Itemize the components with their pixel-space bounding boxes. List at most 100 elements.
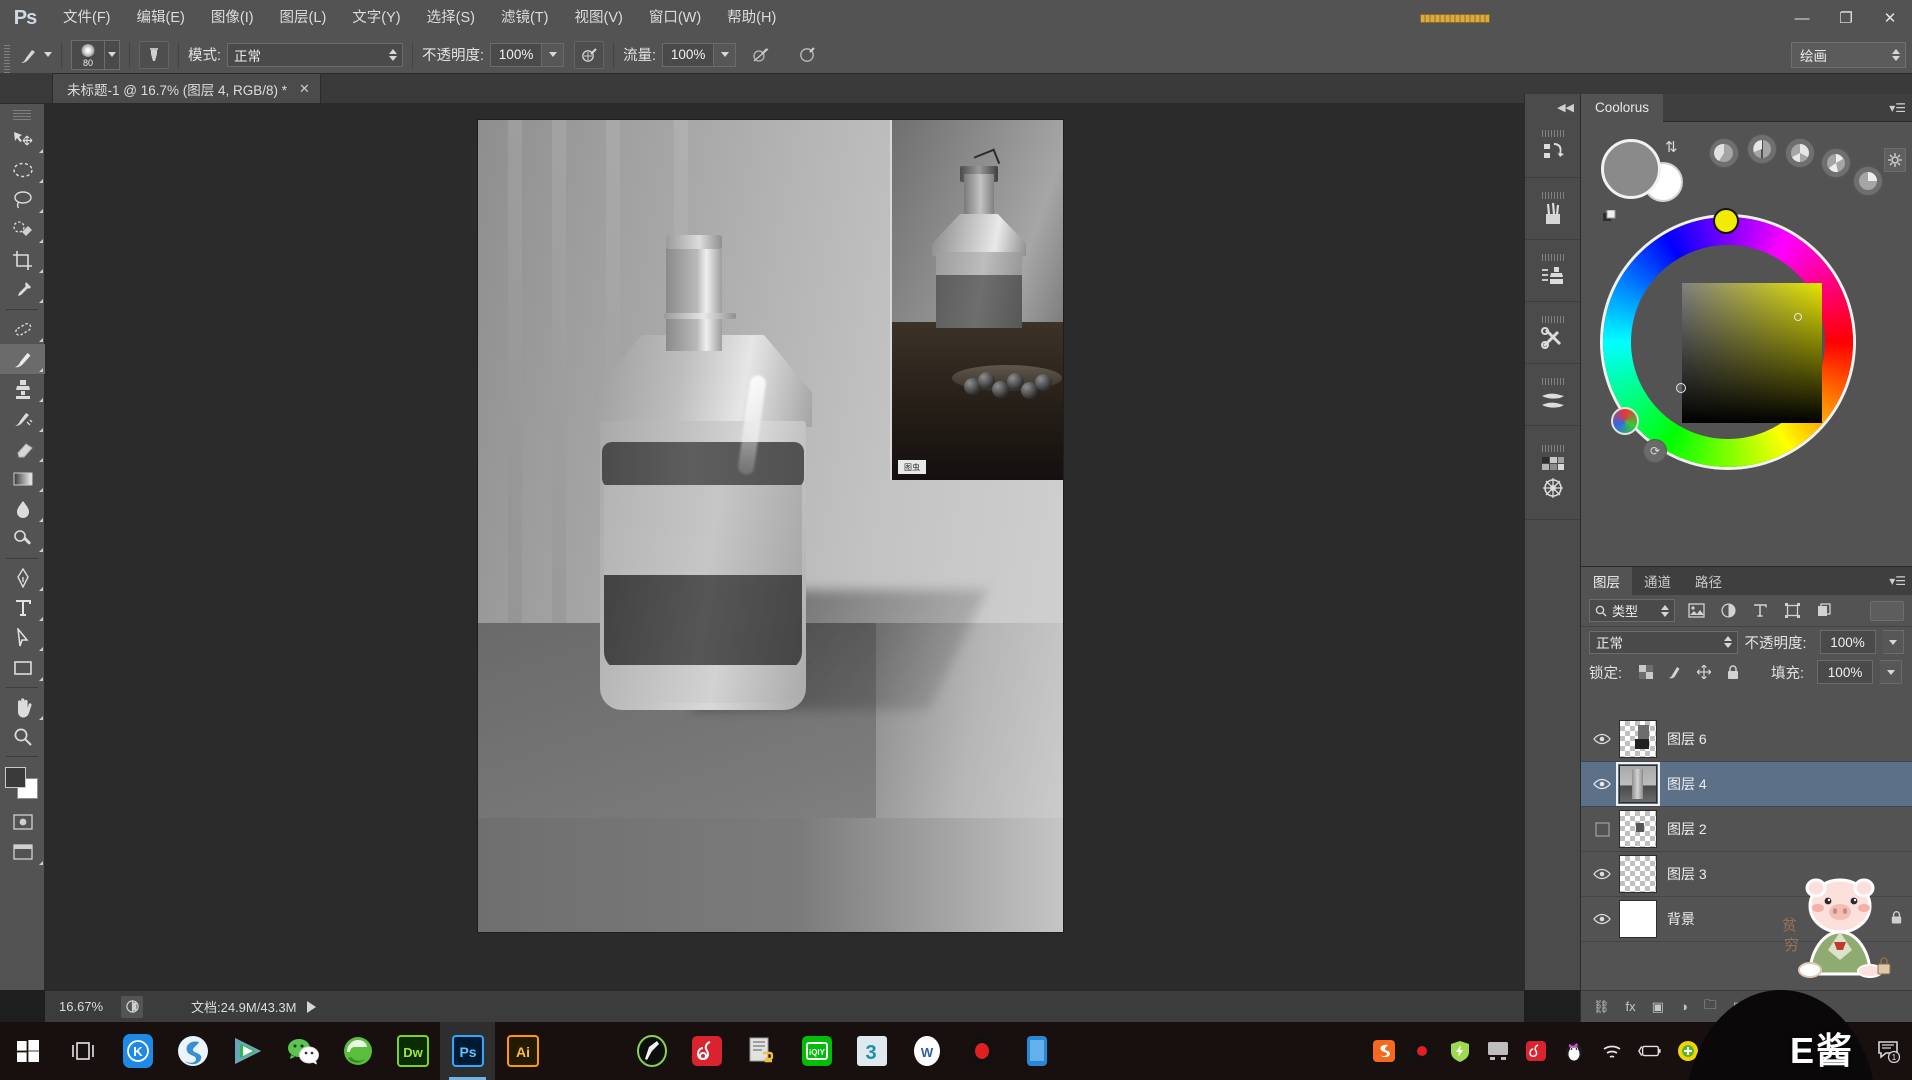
healing-brush-tool[interactable] [0, 314, 45, 344]
layer-visibility-eye-icon[interactable] [1585, 897, 1619, 942]
python-editor-icon[interactable] [734, 1022, 789, 1080]
lock-image-pixels-icon[interactable] [1664, 661, 1686, 683]
brush-preset-picker[interactable]: 80 [71, 39, 120, 70]
layer-list[interactable]: 图层 6 图层 4 图层 2 图层 3 背景 [1581, 717, 1912, 990]
pressure-size-toggle-button[interactable] [792, 41, 822, 69]
security-shield-icon[interactable] [1448, 1039, 1472, 1063]
dock-tool-presets-panel-icon[interactable] [1525, 302, 1580, 364]
zoom-tool[interactable] [0, 722, 45, 752]
layer-name[interactable]: 图层 4 [1667, 774, 1707, 794]
layer-thumbnail[interactable] [1619, 810, 1657, 848]
table-row[interactable]: 图层 2 [1581, 807, 1912, 852]
canvas-area[interactable]: 图虫 [45, 104, 1524, 990]
brush-panel-toggle-button[interactable] [139, 40, 169, 69]
sv-selector-side[interactable] [1676, 383, 1686, 393]
kingsoft-icon[interactable]: K [110, 1022, 165, 1080]
current-tool-brush-icon[interactable] [14, 42, 44, 68]
color-panel-menu-icon[interactable]: ▾☰ [1889, 101, 1912, 115]
lasso-tool[interactable] [0, 185, 45, 215]
rectangle-tool[interactable] [0, 653, 45, 683]
harmony-tetrad-icon[interactable] [1821, 148, 1851, 178]
filter-smart-objects-icon[interactable] [1813, 600, 1835, 622]
color-panel-body[interactable]: ⇅ ⟳ [1581, 122, 1912, 566]
airbrush-toggle-button[interactable] [746, 41, 776, 69]
hand-tool[interactable] [0, 692, 45, 722]
layer-visibility-eye-icon[interactable] [1585, 852, 1619, 897]
pen-tool[interactable] [0, 563, 45, 593]
layer-thumbnail[interactable] [1619, 900, 1657, 938]
dock-brush-presets-panel-icon[interactable] [1525, 178, 1580, 240]
dock-swatches-panel-icon[interactable] [1525, 426, 1580, 520]
filter-pixel-layers-icon[interactable] [1685, 600, 1707, 622]
filter-enable-toggle[interactable] [1870, 600, 1904, 621]
foreground-background-color-swatches[interactable] [3, 765, 41, 799]
window-close-button[interactable]: ✕ [1868, 0, 1912, 36]
layer-filter-stepper-icon[interactable] [1661, 604, 1669, 617]
tools-panel-grip[interactable] [13, 110, 31, 121]
clone-stamp-tool[interactable] [0, 374, 45, 404]
layer-name[interactable]: 背景 [1667, 909, 1695, 929]
table-row[interactable]: 图层 3 [1581, 852, 1912, 897]
elliptical-marquee-tool[interactable] [0, 155, 45, 185]
link-layers-icon[interactable]: ⛓ [1593, 999, 1610, 1015]
crop-tool[interactable] [0, 245, 45, 275]
flow-chevron-icon[interactable] [714, 42, 737, 67]
layers-panel-menu-icon[interactable]: ▾☰ [1889, 574, 1912, 588]
tab-layers[interactable]: 图层 [1581, 567, 1632, 595]
filter-shape-layers-icon[interactable] [1781, 600, 1803, 622]
window-maximize-button[interactable]: ❐ [1824, 0, 1868, 36]
foreground-color-swatch-coolorus[interactable] [1601, 139, 1661, 199]
layer-opacity-value[interactable]: 100% [1819, 630, 1876, 654]
workspace-switcher[interactable]: 绘画 [1791, 41, 1906, 68]
menu-help[interactable]: 帮助(H) [714, 0, 789, 36]
display-icon[interactable] [1486, 1039, 1510, 1063]
status-bar-expand-icon[interactable] [306, 1000, 316, 1013]
foreground-color-swatch[interactable] [5, 767, 26, 788]
table-row[interactable]: 图层 6 [1581, 717, 1912, 762]
harmony-complementary-icon[interactable] [1747, 134, 1777, 164]
color-model-toggle-icon[interactable] [1611, 407, 1639, 435]
table-row[interactable]: 图层 4 [1581, 762, 1912, 807]
filter-adjustment-layers-icon[interactable] [1717, 600, 1739, 622]
table-row[interactable]: 背景 [1581, 897, 1912, 942]
menu-layer[interactable]: 图层(L) [267, 0, 340, 36]
opacity-value[interactable]: 100% [490, 42, 543, 67]
layer-visibility-eye-icon[interactable] [1585, 762, 1619, 807]
dock-collapse-icon[interactable]: ◀◀ [1525, 98, 1580, 116]
reset-colors-icon[interactable] [1603, 209, 1616, 223]
layer-thumbnail[interactable] [1619, 720, 1657, 758]
lock-position-icon[interactable] [1693, 661, 1715, 683]
quick-mask-toggle[interactable] [0, 807, 45, 837]
eyedropper-tool[interactable] [0, 275, 45, 305]
dock-clone-source-panel-icon[interactable] [1525, 240, 1580, 302]
color-wheel[interactable] [1603, 208, 1853, 467]
harmony-analogous-icon[interactable] [1853, 166, 1883, 196]
color-panel-settings-gear-icon[interactable] [1884, 148, 1906, 172]
notification-center-icon[interactable]: 1 [1872, 1022, 1906, 1080]
options-bar-grip[interactable] [0, 35, 14, 74]
path-selection-tool[interactable] [0, 623, 45, 653]
tab-channels[interactable]: 通道 [1632, 567, 1683, 595]
menu-select[interactable]: 选择(S) [414, 0, 488, 36]
quick-selection-tool[interactable] [0, 215, 45, 245]
layer-blend-stepper-icon[interactable] [1723, 636, 1732, 648]
opacity-chevron-icon[interactable] [542, 42, 565, 67]
iqiyi-icon[interactable]: iQIY [789, 1022, 844, 1080]
media-player-icon[interactable] [220, 1022, 275, 1080]
zoom-level-value[interactable]: 16.67% [45, 999, 121, 1014]
dreamweaver-icon[interactable]: Dw [385, 1022, 440, 1080]
netease-music-icon[interactable] [679, 1022, 734, 1080]
netease-music-tray-icon[interactable] [1524, 1039, 1548, 1063]
blend-mode-select[interactable]: 正常 [227, 42, 404, 67]
sv-selector-top[interactable] [1794, 313, 1802, 321]
brush-preset-chip[interactable]: 80 [71, 39, 105, 70]
opacity-pressure-toggle-button[interactable] [574, 40, 605, 69]
swap-colors-icon[interactable]: ⇅ [1665, 138, 1678, 156]
history-brush-tool[interactable] [0, 404, 45, 434]
filter-type-layers-icon[interactable] [1749, 600, 1771, 622]
workspace-stepper-icon[interactable] [1892, 48, 1900, 61]
menu-window[interactable]: 窗口(W) [636, 0, 714, 36]
menu-image[interactable]: 图像(I) [198, 0, 267, 36]
harmony-mono-icon[interactable] [1709, 138, 1739, 168]
tab-paths[interactable]: 路径 [1683, 567, 1734, 595]
